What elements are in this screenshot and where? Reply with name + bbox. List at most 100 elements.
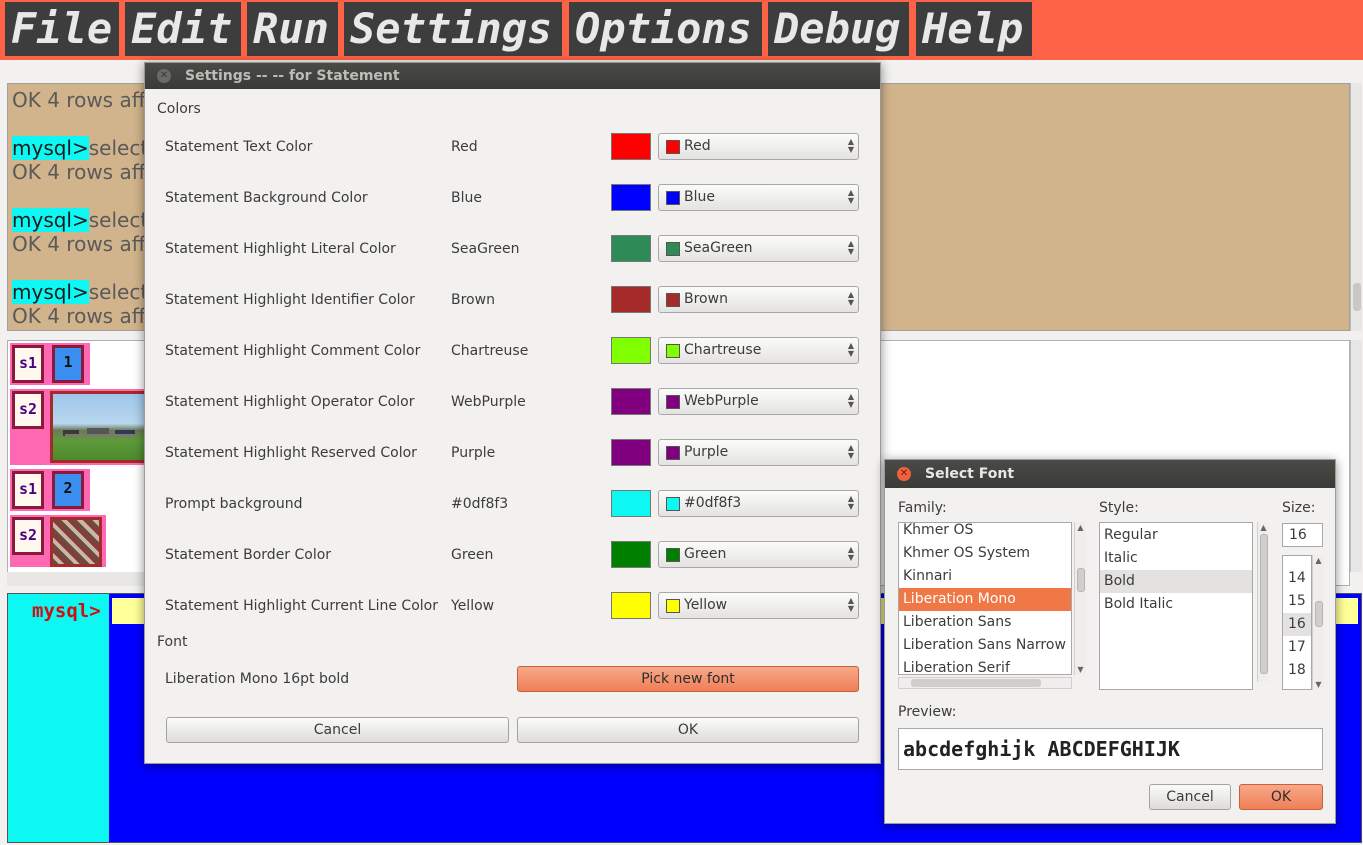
current-font-label: Liberation Mono 16pt bold <box>165 671 350 687</box>
family-list-item[interactable]: Liberation Sans <box>899 611 1071 634</box>
color-setting-value: Green <box>451 547 494 563</box>
style-list[interactable]: Regular Italic Bold Bold Italic <box>1099 522 1253 690</box>
color-select[interactable]: Yellow ▲ ▼ <box>658 592 859 619</box>
color-swatch[interactable] <box>611 286 651 313</box>
size-scrollbar[interactable]: ▲ ▼ <box>1312 555 1324 690</box>
family-list-item[interactable]: Liberation Serif <box>899 657 1071 674</box>
size-input[interactable]: 16 <box>1282 523 1323 547</box>
size-list-item[interactable]: 17 <box>1283 636 1311 659</box>
preview-text[interactable]: abcdefghijk ABCDEFGHIJK <box>898 728 1323 770</box>
size-list[interactable]: 14 15 16 17 18 <box>1282 555 1312 690</box>
pick-font-button[interactable]: Pick new font <box>517 666 859 692</box>
color-swatch[interactable] <box>611 388 651 415</box>
size-list-item[interactable]: 18 <box>1283 659 1311 682</box>
family-list-item[interactable]: Liberation Mono <box>899 588 1071 611</box>
size-list-item[interactable]: 15 <box>1283 590 1311 613</box>
color-select[interactable]: Red ▲ ▼ <box>658 133 859 160</box>
updown-arrow-icon: ▲ ▼ <box>847 494 854 511</box>
family-scrollbar[interactable]: ▲ ▼ <box>1074 522 1086 675</box>
color-select[interactable]: Chartreuse ▲ ▼ <box>658 337 859 364</box>
family-list-item[interactable]: Khmer OS System <box>899 542 1071 565</box>
style-list-item[interactable]: Italic <box>1100 547 1252 570</box>
color-setting-name: Statement Highlight Current Line Color <box>165 598 438 614</box>
color-select-value: Chartreuse <box>684 342 762 358</box>
color-select[interactable]: Blue ▲ ▼ <box>658 184 859 211</box>
color-select-value: Brown <box>684 291 728 307</box>
updown-arrow-icon: ▲ ▼ <box>847 443 854 460</box>
color-swatch[interactable] <box>611 337 651 364</box>
history-line: mysql>select s <box>12 280 165 304</box>
color-select[interactable]: Brown ▲ ▼ <box>658 286 859 313</box>
result-row: s2 <box>10 389 150 465</box>
color-chip <box>666 446 680 460</box>
color-chip <box>666 548 680 562</box>
history-line: OK 4 rows affe <box>12 88 158 112</box>
color-setting-value: Blue <box>451 190 482 206</box>
family-list-item[interactable]: Liberation Sans Narrow <box>899 634 1071 657</box>
color-swatch[interactable] <box>611 235 651 262</box>
menu-run[interactable]: Run <box>247 2 338 56</box>
select-font-dialog: ✕ Select Font Family: Style: Size: Khmer… <box>884 459 1336 824</box>
result-value: 2 <box>52 471 84 509</box>
menu-edit[interactable]: Edit <box>125 2 241 56</box>
size-list-item[interactable]: 16 <box>1283 613 1311 636</box>
color-swatch[interactable] <box>611 541 651 568</box>
history-scrollbar[interactable] <box>1350 83 1362 331</box>
menu-file[interactable]: File <box>5 2 119 56</box>
style-list-item[interactable]: Bold <box>1100 570 1252 593</box>
color-select[interactable]: WebPurple ▲ ▼ <box>658 388 859 415</box>
settings-title: Settings -- -- for Statement <box>185 68 400 84</box>
color-select-value: WebPurple <box>684 393 759 409</box>
menu-settings[interactable]: Settings <box>344 2 562 56</box>
font-dialog-title: Select Font <box>925 466 1015 482</box>
color-select[interactable]: SeaGreen ▲ ▼ <box>658 235 859 262</box>
color-select-value: Yellow <box>684 597 728 613</box>
result-label: s2 <box>12 517 44 555</box>
size-list-item[interactable]: 14 <box>1283 567 1311 590</box>
color-chip <box>666 191 680 205</box>
color-select[interactable]: Purple ▲ ▼ <box>658 439 859 466</box>
results-scrollbar[interactable] <box>1350 340 1362 572</box>
font-ok-button[interactable]: OK <box>1239 784 1323 810</box>
color-chip <box>666 599 680 613</box>
color-swatch[interactable] <box>611 490 651 517</box>
colors-section-label: Colors <box>157 101 201 117</box>
font-dialog-titlebar: ✕ Select Font <box>885 460 1335 488</box>
color-select[interactable]: #0df8f3 ▲ ▼ <box>658 490 859 517</box>
close-icon[interactable]: ✕ <box>157 69 171 83</box>
history-line: OK 4 rows affe <box>12 304 158 328</box>
close-icon[interactable]: ✕ <box>897 467 911 481</box>
cancel-button[interactable]: Cancel <box>166 717 509 743</box>
style-list-item[interactable]: Bold Italic <box>1100 593 1252 616</box>
style-list-item[interactable]: Regular <box>1100 524 1252 547</box>
color-setting-row: Statement Highlight Reserved Color Purple… <box>145 433 880 473</box>
results-hscrollbar[interactable] <box>7 572 157 586</box>
menu-options[interactable]: Options <box>569 2 762 56</box>
color-swatch[interactable] <box>611 184 651 211</box>
menu-help[interactable]: Help <box>916 2 1032 56</box>
color-select-value: Green <box>684 546 727 562</box>
color-chip <box>666 140 680 154</box>
family-list-item[interactable]: Kinnari <box>899 565 1071 588</box>
ok-button[interactable]: OK <box>517 717 859 743</box>
family-list[interactable]: Khmer OS Khmer OS System Kinnari Liberation… <box>898 522 1072 675</box>
family-list-item[interactable]: Khmer OS <box>899 523 1071 542</box>
history-prompt: mysql> <box>12 136 89 160</box>
menu-debug[interactable]: Debug <box>768 2 909 56</box>
color-chip <box>666 497 680 511</box>
color-setting-row: Statement Border Color Green Green ▲ ▼ <box>145 535 880 575</box>
color-swatch[interactable] <box>611 133 651 160</box>
family-hscrollbar[interactable] <box>898 677 1072 689</box>
style-scrollbar[interactable]: ▲ <box>1257 522 1269 682</box>
updown-arrow-icon: ▲ ▼ <box>847 188 854 205</box>
color-select-value: SeaGreen <box>684 240 753 256</box>
font-cancel-button[interactable]: Cancel <box>1149 784 1231 810</box>
settings-dialog: ✕ Settings -- -- for Statement Colors St… <box>144 62 881 764</box>
color-swatch[interactable] <box>611 592 651 619</box>
history-prompt: mysql> <box>12 280 89 304</box>
color-select[interactable]: Green ▲ ▼ <box>658 541 859 568</box>
color-swatch[interactable] <box>611 439 651 466</box>
result-row: s2 <box>10 515 106 567</box>
color-setting-value: Yellow <box>451 598 495 614</box>
updown-arrow-icon: ▲ ▼ <box>847 341 854 358</box>
